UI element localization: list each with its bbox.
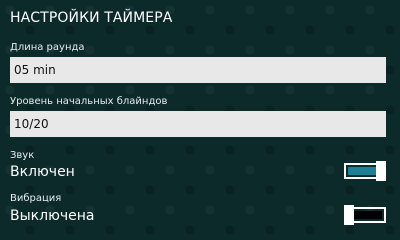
vibration-state-text: Выключена [10,208,95,224]
vibration-label: Вибрация [10,193,62,204]
sound-state-text: Включен [10,164,75,180]
vibration-toggle-thumb [344,205,354,225]
vibration-toggle[interactable] [344,205,386,225]
sound-toggle-thumb [376,161,386,181]
sound-toggle[interactable] [344,161,386,181]
blinds-field[interactable]: 10/20 [10,111,386,137]
blinds-label: Уровень начальных блайндов [10,96,168,107]
sound-label: Звук [10,150,35,161]
round-length-label: Длина раунда [10,42,85,53]
page-title: НАСТРОЙКИ ТАЙМЕРА [10,10,173,26]
round-length-field[interactable]: 05 min [10,57,386,83]
